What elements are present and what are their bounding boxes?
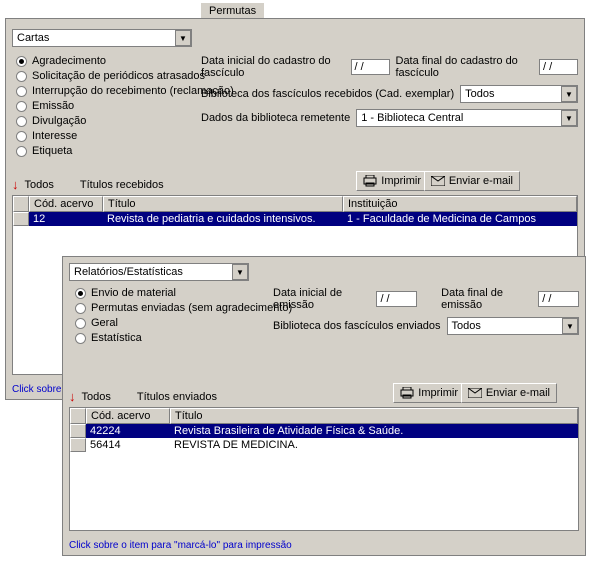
radio-etiqueta[interactable]	[16, 146, 27, 157]
cell-inst: 1 - Faculdade de Medicina de Campos	[343, 212, 577, 226]
row-marker	[70, 438, 86, 452]
print-icon	[363, 175, 377, 187]
radio-label: Solicitação de periódicos atrasados	[32, 70, 205, 82]
dropdown-value: 1 - Biblioteca Central	[361, 112, 463, 124]
button-label: Enviar e-mail	[449, 175, 513, 187]
bib-env-label: Biblioteca dos fascículos enviados	[273, 320, 441, 332]
data-final-label: Data final de emissão	[441, 287, 532, 311]
imprimir-button[interactable]: Imprimir	[356, 171, 428, 191]
section-label: Títulos enviados	[137, 391, 217, 403]
radio-estatistica[interactable]	[75, 333, 86, 344]
col-titulo[interactable]: Título	[170, 408, 578, 424]
radio-label: Divulgação	[32, 115, 86, 127]
row-marker	[13, 212, 29, 226]
button-label: Imprimir	[418, 387, 458, 399]
table-row[interactable]: 42224 Revista Brasileira de Atividade Fí…	[70, 424, 578, 438]
chevron-down-icon: ▼	[561, 86, 577, 102]
dropdown-value: Cartas	[17, 32, 49, 44]
radio-label: Etiqueta	[32, 145, 72, 157]
data-final-input[interactable]: / /	[538, 291, 579, 307]
enviar-email-button[interactable]: Enviar e-mail	[461, 383, 557, 403]
data-inicial-input[interactable]: / /	[351, 59, 390, 75]
chevron-down-icon: ▼	[562, 318, 578, 334]
print-icon	[400, 387, 414, 399]
radio-label: Emissão	[32, 100, 74, 112]
table-corner	[13, 196, 29, 212]
dados-bib-dropdown[interactable]: 1 - Biblioteca Central ▼	[356, 109, 578, 127]
radio-agradecimento[interactable]	[16, 56, 27, 67]
data-final-input[interactable]: / /	[539, 59, 578, 75]
radio-solicitacao[interactable]	[16, 71, 27, 82]
section-label: Títulos recebidos	[80, 179, 164, 191]
tab-permutas[interactable]: Permutas	[200, 2, 265, 19]
bib-rec-label: Biblioteca dos fascículos recebidos (Cad…	[201, 88, 454, 100]
col-inst[interactable]: Instituição	[343, 196, 577, 212]
button-label: Enviar e-mail	[486, 387, 550, 399]
chevron-down-icon: ▼	[561, 110, 577, 126]
cell-titulo: Revista Brasileira de Atividade Física &…	[170, 424, 578, 438]
todos-label: Todos	[25, 179, 54, 191]
col-titulo[interactable]: Título	[103, 196, 343, 212]
radio-label: Estatística	[91, 332, 142, 344]
radio-label: Geral	[91, 317, 118, 329]
todos-label: Todos	[82, 391, 111, 403]
cartas-dropdown[interactable]: Cartas ▼	[12, 29, 192, 47]
arrow-down-icon: ↓	[12, 177, 19, 192]
cell-cod: 12	[29, 212, 103, 226]
envelope-icon	[468, 388, 482, 398]
dados-bib-label: Dados da biblioteca remetente	[201, 112, 350, 124]
bib-env-dropdown[interactable]: Todos ▼	[447, 317, 579, 335]
radio-divulgacao[interactable]	[16, 116, 27, 127]
table-corner	[70, 408, 86, 424]
data-inicial-label: Data inicial de emissão	[273, 287, 370, 311]
radio-permutas[interactable]	[75, 303, 86, 314]
radio-emissao[interactable]	[16, 101, 27, 112]
cell-titulo: REVISTA DE MEDICINA.	[170, 438, 578, 452]
hint-link: Click sobre o item para "marcá-lo" para …	[69, 540, 292, 551]
radio-label: Interesse	[32, 130, 77, 142]
data-inicial-label: Data inicial do cadastro do fascículo	[201, 55, 345, 79]
radio-interrupcao[interactable]	[16, 86, 27, 97]
radio-label: Envio de material	[91, 287, 176, 299]
table-row[interactable]: 12 Revista de pediatria e cuidados inten…	[13, 212, 577, 226]
cell-cod: 56414	[86, 438, 170, 452]
dropdown-value: Todos	[465, 88, 494, 100]
envelope-icon	[431, 176, 445, 186]
radio-label: Permutas enviadas (sem agradecimento)	[91, 302, 292, 314]
data-final-label: Data final do cadastro do fascículo	[396, 55, 534, 79]
bib-rec-dropdown[interactable]: Todos ▼	[460, 85, 578, 103]
radio-geral[interactable]	[75, 318, 86, 329]
dropdown-value: Relatórios/Estatísticas	[74, 266, 183, 278]
enviar-email-button[interactable]: Enviar e-mail	[424, 171, 520, 191]
radio-envio[interactable]	[75, 288, 86, 299]
chevron-down-icon: ▼	[232, 264, 248, 280]
dropdown-value: Todos	[452, 320, 481, 332]
table-row[interactable]: 56414 REVISTA DE MEDICINA.	[70, 438, 578, 452]
radio-interesse[interactable]	[16, 131, 27, 142]
relatorios-dropdown[interactable]: Relatórios/Estatísticas ▼	[69, 263, 249, 281]
imprimir-button[interactable]: Imprimir	[393, 383, 465, 403]
row-marker	[70, 424, 86, 438]
cell-titulo: Revista de pediatria e cuidados intensiv…	[103, 212, 343, 226]
radio-label: Agradecimento	[32, 55, 106, 67]
chevron-down-icon: ▼	[175, 30, 191, 46]
col-cod[interactable]: Cód. acervo	[29, 196, 103, 212]
cell-cod: 42224	[86, 424, 170, 438]
button-label: Imprimir	[381, 175, 421, 187]
data-inicial-input[interactable]: / /	[376, 291, 417, 307]
arrow-down-icon: ↓	[69, 389, 76, 404]
col-cod[interactable]: Cód. acervo	[86, 408, 170, 424]
